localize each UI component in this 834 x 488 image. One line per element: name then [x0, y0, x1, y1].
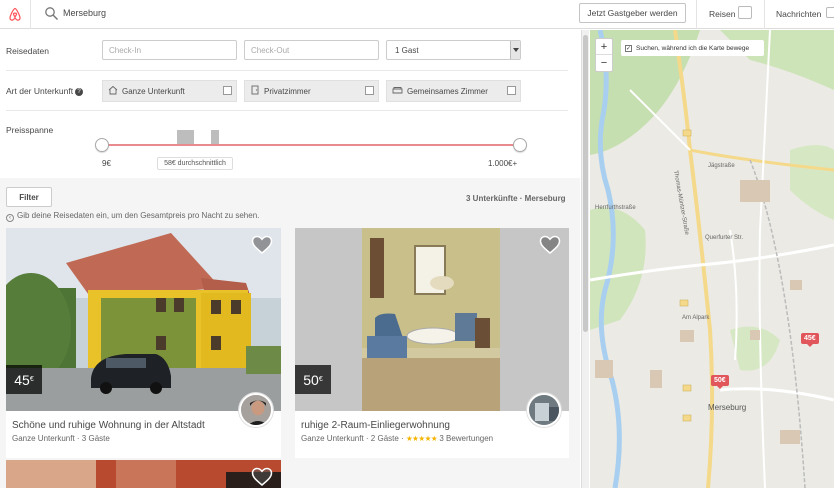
room-option-label: Ganze Unterkunft	[122, 86, 185, 96]
listing-subtitle-text: Ganze Unterkunft · 2 Gäste ·	[301, 434, 404, 443]
listing-price-tag: 50 €	[295, 365, 331, 394]
listing-photo[interactable]	[6, 460, 281, 488]
scrollbar-thumb[interactable]	[583, 35, 588, 332]
room-option-checkbox[interactable]	[223, 86, 232, 95]
house-icon	[108, 85, 118, 97]
message-icon[interactable]	[826, 7, 834, 18]
nav-messages-link[interactable]: Nachrichten	[776, 9, 821, 19]
price-range-label: Preisspanne	[6, 125, 54, 135]
results-scrollbar[interactable]	[581, 30, 589, 488]
checkin-input[interactable]: Check-In	[102, 40, 237, 60]
currency-symbol: €	[29, 376, 34, 383]
filter-button[interactable]: Filter	[6, 187, 52, 207]
divider	[6, 70, 568, 71]
price-histogram-bar	[177, 130, 194, 144]
search-as-move-label: Suchen, während ich die Karte bewege	[636, 44, 750, 52]
listing-reviews: 3 Bewertungen	[439, 434, 494, 443]
currency-symbol: €	[318, 376, 323, 383]
map-zoom-control: + −	[595, 38, 613, 72]
door-icon	[250, 85, 260, 97]
map-canvas	[590, 30, 834, 488]
guests-select[interactable]: 1 Gast	[386, 40, 521, 60]
host-avatar[interactable]	[239, 393, 273, 427]
help-icon[interactable]: ?	[75, 88, 84, 96]
zoom-in-button[interactable]: +	[596, 39, 612, 55]
price-max-handle[interactable]	[513, 138, 527, 152]
price-slider-track[interactable]	[102, 144, 520, 146]
listing-price: 50	[303, 371, 319, 388]
map-street-label: Querfurter Str.	[705, 235, 744, 241]
heart-icon[interactable]	[251, 467, 273, 488]
date-hint-text: Gib deine Reisedaten ein, um den Gesamtp…	[17, 211, 260, 220]
room-option-entire-home[interactable]: Ganze Unterkunft	[102, 80, 237, 102]
dates-label: Reisedaten	[6, 46, 50, 56]
suitcase-icon[interactable]	[738, 6, 752, 19]
room-option-shared-room[interactable]: Gemeinsames Zimmer	[386, 80, 521, 102]
search-location-input[interactable]: Merseburg	[63, 8, 106, 18]
room-option-label: Privatzimmer	[264, 86, 311, 96]
listing-photo[interactable]	[6, 228, 281, 411]
price-histogram-bar	[211, 130, 219, 144]
room-type-label: Art der Unterkunft?	[6, 86, 84, 96]
airbnb-logo-icon[interactable]	[0, 0, 31, 29]
top-bar: Merseburg Jetzt Gastgeber werden Reisen …	[0, 0, 834, 29]
listing-title[interactable]: ruhige 2-Raum-Einliegerwohnung	[301, 420, 450, 431]
guests-select-value: 1 Gast	[395, 46, 419, 55]
nav-divider	[696, 0, 697, 29]
map-street-label: Jägstraße	[708, 163, 735, 169]
sofa-icon	[392, 85, 403, 97]
checkbox-icon[interactable]: ✓	[625, 44, 632, 52]
heart-icon[interactable]	[539, 235, 561, 257]
date-hint: ‹ Gib deine Reisedaten ein, um den Gesamt…	[6, 211, 259, 222]
chevron-down-icon	[510, 41, 520, 59]
map-price-pin[interactable]: 45€	[801, 333, 819, 347]
map-city-label: Merseburg	[708, 403, 747, 412]
nav-divider	[764, 0, 765, 29]
price-average-badge: 58€ durchschnittlich	[157, 157, 233, 170]
map-panel[interactable]: Thomas-Müntzer-Straße Querfurter Str. He…	[590, 30, 834, 488]
divider	[6, 110, 568, 111]
map-street-label: Am Alpark	[682, 315, 710, 321]
listing-subtitle: Ganze Unterkunft · 3 Gäste	[12, 434, 110, 443]
map-price-pin[interactable]: 50€	[711, 375, 729, 389]
map-street-label: Herrfurthstraße	[595, 205, 636, 211]
price-min-value: 9€	[102, 159, 111, 168]
listing-subtitle: Ganze Unterkunft · 2 Gäste · ★★★★★ 3 Bew…	[301, 434, 493, 443]
room-type-label-text: Art der Unterkunft	[6, 86, 74, 96]
room-option-label: Gemeinsames Zimmer	[407, 86, 488, 96]
search-as-move-toggle[interactable]: ✓ Suchen, während ich die Karte bewege	[621, 40, 764, 56]
search-icon[interactable]	[44, 6, 59, 23]
results-count: 3 Unterkünfte · Merseburg	[466, 194, 566, 203]
heart-icon[interactable]	[251, 235, 273, 257]
listing-title[interactable]: Schöne und ruhige Wohnung in der Altstad…	[12, 420, 205, 431]
nav-trips-link[interactable]: Reisen	[709, 9, 735, 19]
rating-stars-icon: ★★★★★	[405, 434, 438, 443]
host-avatar[interactable]	[527, 393, 561, 427]
search-filters-panel: Reisedaten Check-In Check-Out 1 Gast Art…	[0, 30, 580, 488]
listing-card[interactable]: 50 € ruhige 2-Raum-Einliegerwohnung Ganze…	[295, 228, 569, 458]
room-option-checkbox[interactable]	[365, 86, 374, 95]
listing-price: 45	[14, 371, 30, 388]
listing-card[interactable]: 45 € Schöne und ruhige Wohnung in der Alt…	[6, 228, 281, 458]
price-max-value: 1.000€+	[488, 159, 518, 168]
listing-photo[interactable]	[295, 228, 569, 411]
listing-price-tag: 45 €	[6, 365, 42, 394]
room-option-checkbox[interactable]	[507, 86, 516, 95]
room-option-private-room[interactable]: Privatzimmer	[244, 80, 379, 102]
become-host-button[interactable]: Jetzt Gastgeber werden	[579, 3, 686, 23]
results-area: Filter 3 Unterkünfte · Merseburg ‹ Gib de…	[0, 178, 580, 488]
listing-card[interactable]	[6, 460, 281, 488]
price-min-handle[interactable]	[95, 138, 109, 152]
checkout-input[interactable]: Check-Out	[244, 40, 379, 60]
zoom-out-button[interactable]: −	[596, 55, 612, 71]
arrow-left-icon: ‹	[6, 214, 14, 222]
